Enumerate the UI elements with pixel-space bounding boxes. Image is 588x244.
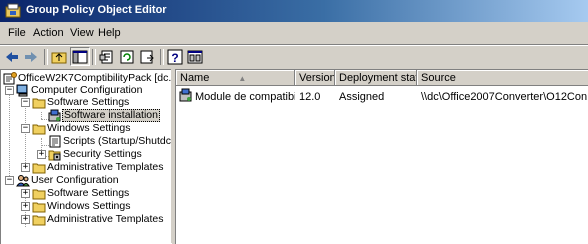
menu-view[interactable]: View [70,27,94,39]
refresh-button[interactable] [118,48,136,65]
svg-text:?: ? [171,51,178,65]
up-folder-icon [51,52,67,64]
show-hide-tree-icon [72,50,88,64]
column-label: Version [299,72,335,84]
export-list-icon [140,50,154,64]
console-tree-icon [187,50,203,64]
tree-node-security-settings[interactable]: Security Settings [48,148,143,161]
details-list[interactable]: Name ▲ Version Deployment state Source M… [175,69,588,244]
group-policy-icon [5,3,21,18]
expand-toggle[interactable]: + [21,163,30,172]
tree-label: User Configuration [31,174,119,186]
expand-toggle[interactable]: + [21,189,30,198]
toolbar: ? [0,45,588,68]
tree-label: Administrative Templates [47,161,164,173]
window-title: Group Policy Object Editor [26,4,167,16]
title-bar: Group Policy Object Editor [0,0,588,22]
up-one-level-button[interactable] [50,48,68,65]
menu-action[interactable]: Action [33,27,64,39]
tree-node-cc-windows-settings[interactable]: Windows Settings [32,122,131,135]
collapse-toggle[interactable]: − [5,176,14,185]
column-label: Deployment state [339,72,417,84]
folder-icon [32,124,46,135]
toolbar-separator [92,49,96,65]
back-icon [6,52,18,62]
toolbar-separator [160,49,164,65]
refresh-icon [120,50,134,64]
tree-node-cc-administrative-templates[interactable]: Administrative Templates [32,161,165,174]
column-header-version[interactable]: Version [295,70,335,86]
collapse-toggle[interactable]: − [5,86,14,95]
console-tree[interactable]: OfficeW2K7ComptibilityPack [dc.te − Comp… [0,69,172,244]
script-icon [49,135,61,148]
menu-file[interactable]: File [8,27,26,39]
tree-label: Security Settings [63,148,142,160]
expand-toggle[interactable]: + [37,150,46,159]
folder-icon [32,163,46,174]
computer-icon [16,84,28,97]
column-label: Source [421,72,456,84]
security-settings-icon [48,150,61,161]
expand-toggle[interactable]: + [21,215,30,224]
tree-label: Windows Settings [47,122,131,134]
collapse-toggle[interactable]: − [21,124,30,133]
tree-node-uc-software-settings[interactable]: Software Settings [32,187,130,200]
tree-connector [9,86,11,176]
cell-name: Module de compatibilit... [195,91,295,103]
cell-version: 12.0 [299,91,321,103]
folder-icon [32,202,46,213]
column-header-deployment-state[interactable]: Deployment state [335,70,417,86]
back-button[interactable] [3,48,21,65]
sort-ascending-icon: ▲ [238,74,247,83]
tree-node-uc-administrative-templates[interactable]: Administrative Templates [32,213,165,226]
export-list-button[interactable] [138,48,156,65]
properties-icon [99,50,113,64]
folder-icon [32,98,46,109]
tree-node-software-installation[interactable]: Software installation [48,109,160,122]
toolbar-separator [44,49,48,65]
column-header-name[interactable]: Name ▲ [176,70,295,86]
msi-package-icon [179,88,192,102]
forward-icon [25,52,37,62]
tree-label: Scripts (Startup/Shutdc [63,135,171,147]
tree-node-user-configuration[interactable]: User Configuration [16,174,120,187]
tree-connector [41,112,43,119]
expand-toggle[interactable]: + [21,202,30,211]
tree-label: Software Settings [47,187,130,199]
cell-source: \\dc\Office2007Converter\O12Conv.msi [421,91,587,103]
tree-node-cc-software-settings[interactable]: Software Settings [32,96,130,109]
column-label: Name [180,72,210,84]
column-header-source[interactable]: Source [417,70,588,86]
properties-button[interactable] [98,48,116,65]
tree-label: Software Settings [47,96,130,108]
collapse-toggle[interactable]: − [21,98,30,107]
policy-scroll-icon [3,72,17,85]
folder-icon [32,189,46,200]
users-icon [16,175,30,187]
help-icon: ? [167,49,183,65]
folder-icon [32,215,46,226]
forward-button[interactable] [22,48,40,65]
help-button[interactable]: ? [166,48,184,65]
software-installation-icon [48,109,61,122]
tree-node-uc-windows-settings[interactable]: Windows Settings [32,200,131,213]
cell-deployment-state: Assigned [339,91,385,103]
menu-help[interactable]: Help [98,27,121,39]
tree-node-scripts[interactable]: Scripts (Startup/Shutdc [48,135,172,148]
tree-label-selected: Software installation [62,109,160,122]
menu-bar: File Action View Help [0,22,588,45]
show-hide-tree-button[interactable] [70,47,90,66]
tree-label: Administrative Templates [47,213,164,225]
tree-label: Windows Settings [47,200,131,212]
console-tree-button[interactable] [186,48,204,65]
